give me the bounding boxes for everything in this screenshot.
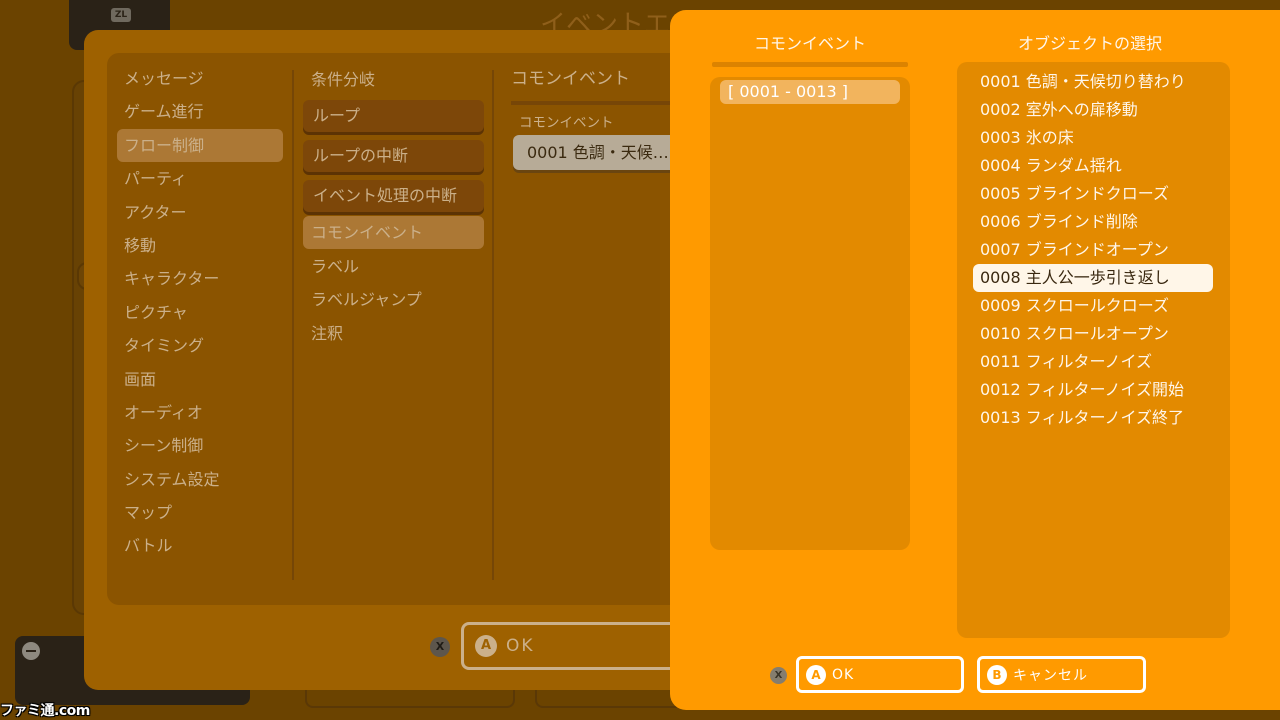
category-item-timing[interactable]: タイミング [117,329,283,362]
common-event-picker: コモンイベント [ 0001 - 0013 ] オブジェクトの選択 0001 色… [670,10,1280,710]
command-break-loop[interactable]: ループの中断 [303,140,484,172]
object-list: 0001 色調・天候切り替わり 0002 室外への扉移動 0003 氷の床 00… [973,68,1213,432]
category-item-message[interactable]: メッセージ [117,62,283,95]
x-button-icon[interactable]: X [430,637,450,657]
zl-button-icon: ZL [111,8,131,22]
x-button-icon[interactable]: X [770,667,787,684]
command-conditional-branch[interactable]: 条件分岐 [303,63,484,96]
category-item-flow-control[interactable]: フロー制御 [117,128,283,163]
category-item-screen[interactable]: 画面 [117,363,283,396]
category-item-game-progress[interactable]: ゲーム進行 [117,95,283,128]
cancel-button-label: キャンセル [1013,667,1088,684]
cancel-button[interactable]: B キャンセル [977,656,1146,693]
command-jump-to-label[interactable]: ラベルジャンプ [303,283,484,316]
common-event-item[interactable]: 0013 フィルターノイズ終了 [973,404,1213,432]
settings-title: コモンイベント [511,69,630,89]
command-comment[interactable]: 注釈 [303,317,484,350]
category-item-system-settings[interactable]: システム設定 [117,463,283,496]
common-event-field-label: コモンイベント [519,115,614,131]
range-list: [ 0001 - 0013 ] [710,77,910,550]
common-event-item[interactable]: 0010 スクロールオープン [973,320,1213,348]
common-event-item[interactable]: 0001 色調・天候切り替わり [973,68,1213,96]
category-list: メッセージ ゲーム進行 フロー制御 パーティ アクター 移動 キャラクター ピク… [117,62,283,563]
range-column-underline [712,62,908,67]
ok-button[interactable]: A OK [461,622,685,670]
command-common-event[interactable]: コモンイベント [303,216,484,249]
category-item-audio[interactable]: オーディオ [117,396,283,429]
common-event-item[interactable]: 0012 フィルターノイズ開始 [973,376,1213,404]
famitsu-watermark: ファミ通.com [0,703,90,719]
common-event-item[interactable]: 0009 スクロールクローズ [973,292,1213,320]
command-loop[interactable]: ループ [303,100,484,132]
minus-icon [22,642,40,660]
ok-button[interactable]: A OK [796,656,964,693]
b-button-icon: B [987,664,1007,685]
ok-button-label: OK [832,666,855,683]
common-event-item[interactable]: 0007 ブラインドオープン [973,236,1213,264]
category-item-map[interactable]: マップ [117,496,283,529]
event-command-dialog: メッセージ ゲーム進行 フロー制御 パーティ アクター 移動 キャラクター ピク… [84,30,713,690]
object-column-title: オブジェクトの選択 [1017,34,1162,53]
command-exit-event-processing[interactable]: イベント処理の中断 [303,180,484,212]
column-divider [292,70,294,580]
common-event-item[interactable]: 0008 主人公一歩引き返し [973,264,1213,292]
column-divider [492,70,494,580]
common-event-item[interactable]: 0006 ブラインド削除 [973,208,1213,236]
common-event-item[interactable]: 0003 氷の床 [973,124,1213,152]
range-column-title: コモンイベント [753,34,866,53]
range-item[interactable]: [ 0001 - 0013 ] [720,80,900,104]
ok-button-label: OK [506,636,535,656]
category-item-movement[interactable]: 移動 [117,229,283,262]
category-item-scene-control[interactable]: シーン制御 [117,429,283,462]
common-event-item[interactable]: 0011 フィルターノイズ [973,348,1213,376]
category-item-character[interactable]: キャラクター [117,262,283,295]
category-item-party[interactable]: パーティ [117,162,283,195]
a-button-icon: A [475,635,497,657]
common-event-item[interactable]: 0005 ブラインドクローズ [973,180,1213,208]
common-event-item[interactable]: 0004 ランダム揺れ [973,152,1213,180]
a-button-icon: A [806,664,826,685]
command-list: 条件分岐 ループ ループの中断 イベント処理の中断 コモンイベント ラベル ラベ… [303,53,484,605]
common-event-item[interactable]: 0002 室外への扉移動 [973,96,1213,124]
command-panel: メッセージ ゲーム進行 フロー制御 パーティ アクター 移動 キャラクター ピク… [107,53,713,605]
object-list-panel: 0001 色調・天候切り替わり 0002 室外への扉移動 0003 氷の床 00… [957,62,1230,638]
category-item-actor[interactable]: アクター [117,196,283,229]
command-label[interactable]: ラベル [303,250,484,283]
category-item-battle[interactable]: バトル [117,529,283,562]
category-item-picture[interactable]: ピクチャ [117,296,283,329]
